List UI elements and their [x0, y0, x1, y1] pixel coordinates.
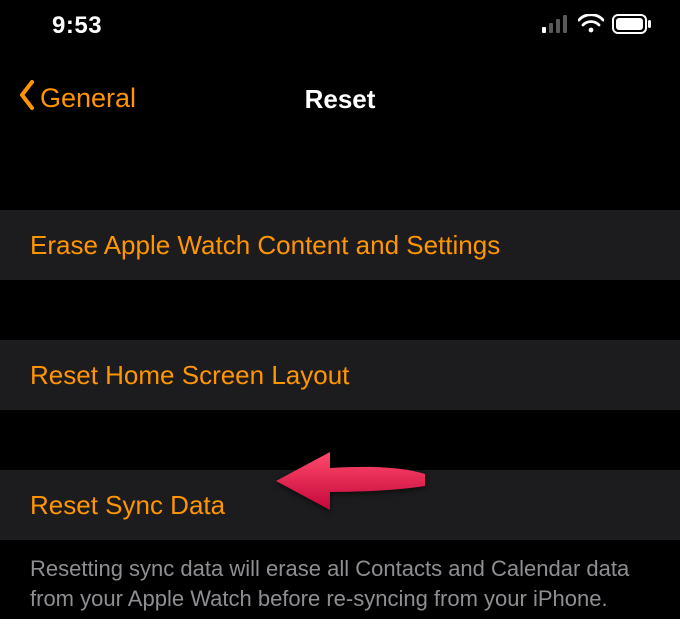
wifi-icon	[578, 14, 604, 39]
status-bar: 9:53	[0, 0, 680, 52]
cellular-icon	[542, 15, 570, 38]
navigation-bar: General Reset	[0, 52, 680, 144]
reset-home-layout-button[interactable]: Reset Home Screen Layout	[0, 340, 680, 410]
status-indicators	[542, 14, 652, 39]
back-button[interactable]: General	[18, 80, 136, 117]
footer-description: Resetting sync data will erase all Conta…	[0, 540, 680, 613]
page-title: Reset	[305, 84, 376, 115]
erase-watch-button[interactable]: Erase Apple Watch Content and Settings	[0, 210, 680, 280]
row-label: Reset Sync Data	[30, 490, 225, 521]
row-label: Reset Home Screen Layout	[30, 360, 349, 391]
status-time: 9:53	[52, 12, 102, 40]
section-spacer	[0, 410, 680, 470]
row-label: Erase Apple Watch Content and Settings	[30, 230, 500, 261]
reset-sync-data-button[interactable]: Reset Sync Data	[0, 470, 680, 540]
battery-icon	[612, 14, 652, 39]
section-spacer	[0, 280, 680, 340]
section-spacer	[0, 144, 680, 210]
back-label: General	[40, 83, 136, 114]
chevron-left-icon	[18, 80, 36, 117]
